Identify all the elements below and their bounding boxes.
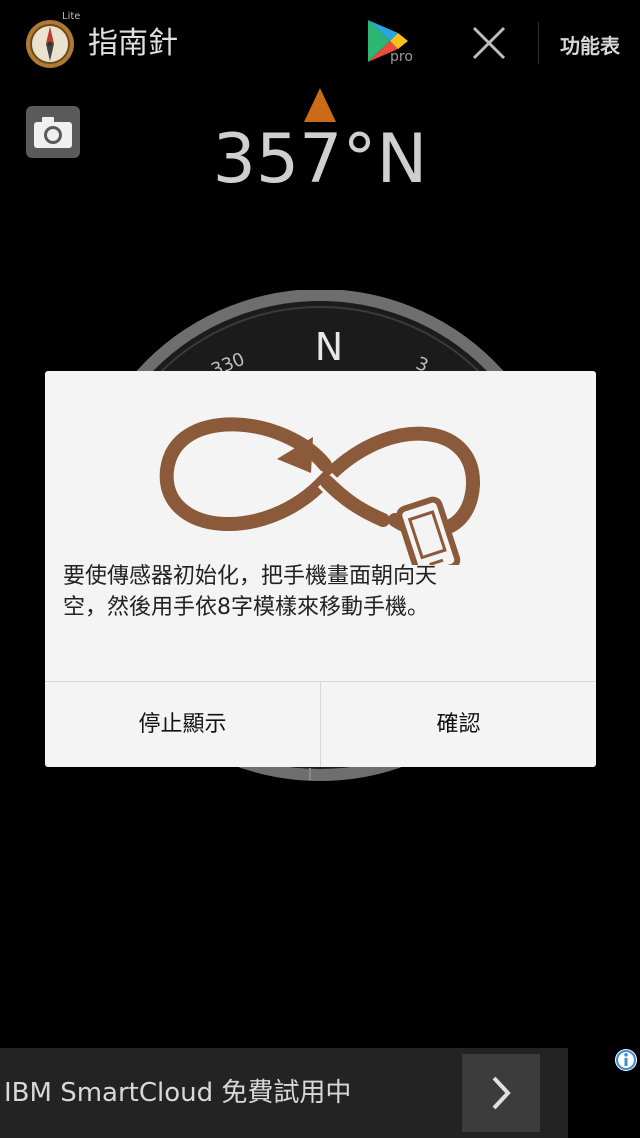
ad-banner[interactable]: IBM SmartCloud 免費試用中 xyxy=(0,1048,568,1138)
calibration-dialog: 要使傳感器初始化，把手機畫面朝向天 空，然後用手依8字模樣來移動手機。 停止顯示… xyxy=(45,371,596,767)
action-bar-divider xyxy=(538,22,539,64)
info-icon[interactable] xyxy=(614,1048,638,1072)
action-bar: Lite 指南針 pro 功能表 xyxy=(0,0,640,88)
heading-pointer xyxy=(304,88,336,122)
screen: Lite 指南針 pro 功能表 357°N N 330 3 要使傳感器初始化，… xyxy=(0,0,640,1138)
dialog-message: 要使傳感器初始化，把手機畫面朝向天 空，然後用手依8字模樣來移動手機。 xyxy=(63,561,563,623)
stop-showing-button[interactable]: 停止顯示 xyxy=(45,682,320,767)
pro-label: pro xyxy=(390,49,413,65)
close-icon[interactable] xyxy=(466,20,512,66)
ad-text: IBM SmartCloud 免費試用中 xyxy=(4,1078,352,1108)
camera-button[interactable] xyxy=(26,106,80,158)
compass-icon xyxy=(26,20,74,68)
confirm-button[interactable]: 確認 xyxy=(321,682,596,767)
menu-button[interactable]: 功能表 xyxy=(546,30,634,59)
infinity-phone-icon xyxy=(159,417,481,565)
dial-north-label: N xyxy=(315,325,343,369)
lite-tag: Lite xyxy=(62,11,81,22)
dialog-message-line-2: 空，然後用手依8字模樣來移動手機。 xyxy=(63,595,429,620)
dialog-message-line-1: 要使傳感器初始化，把手機畫面朝向天 xyxy=(63,564,438,589)
chevron-right-icon xyxy=(492,1076,511,1110)
heading-readout: 357°N xyxy=(212,120,428,199)
camera-icon xyxy=(34,117,72,148)
ad-arrow-button[interactable] xyxy=(462,1054,540,1132)
app-title: 指南針 xyxy=(88,26,178,61)
